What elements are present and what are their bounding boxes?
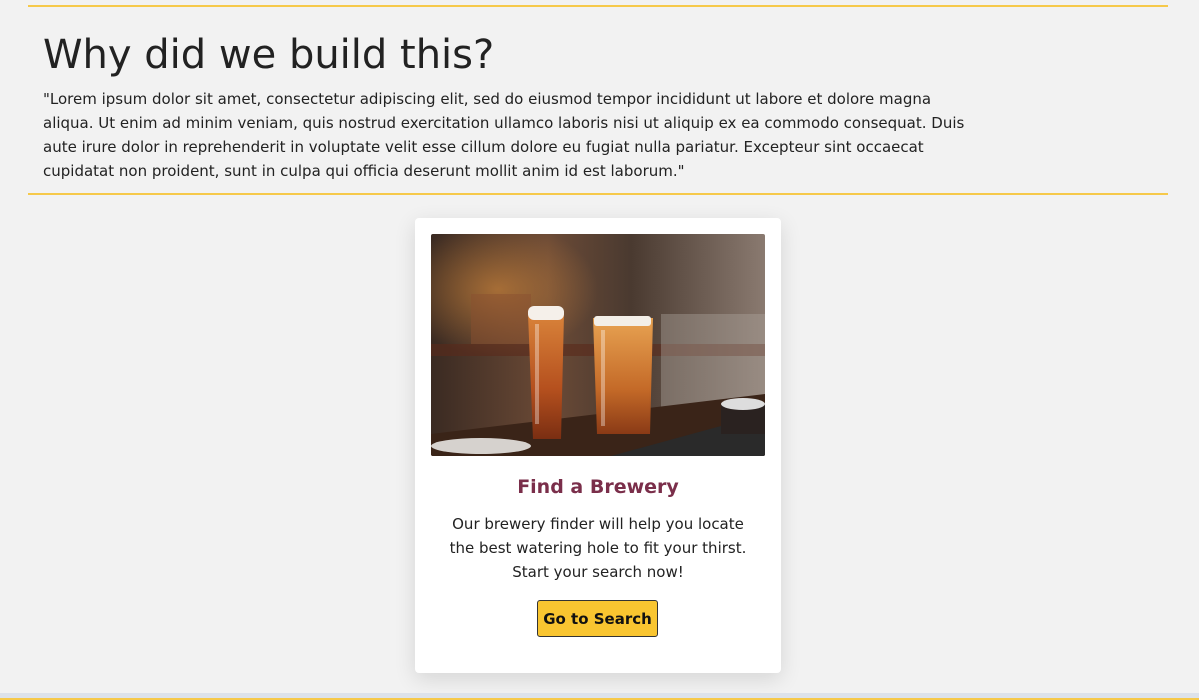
beer-glasses-photo [431,234,765,456]
footer-divider [0,693,1199,700]
go-to-search-button[interactable]: Go to Search [537,600,658,637]
about-heading: Why did we build this? [43,32,495,78]
card-description: Our brewery finder will help you locate … [449,515,747,581]
about-body: "Lorem ipsum dolor sit amet, consectetur… [43,90,965,180]
about-section: Why did we build this? "Lorem ipsum dolo… [28,5,1168,195]
card-title: Find a Brewery [517,476,679,498]
brewery-card: Find a Brewery Our brewery finder will h… [415,218,781,673]
